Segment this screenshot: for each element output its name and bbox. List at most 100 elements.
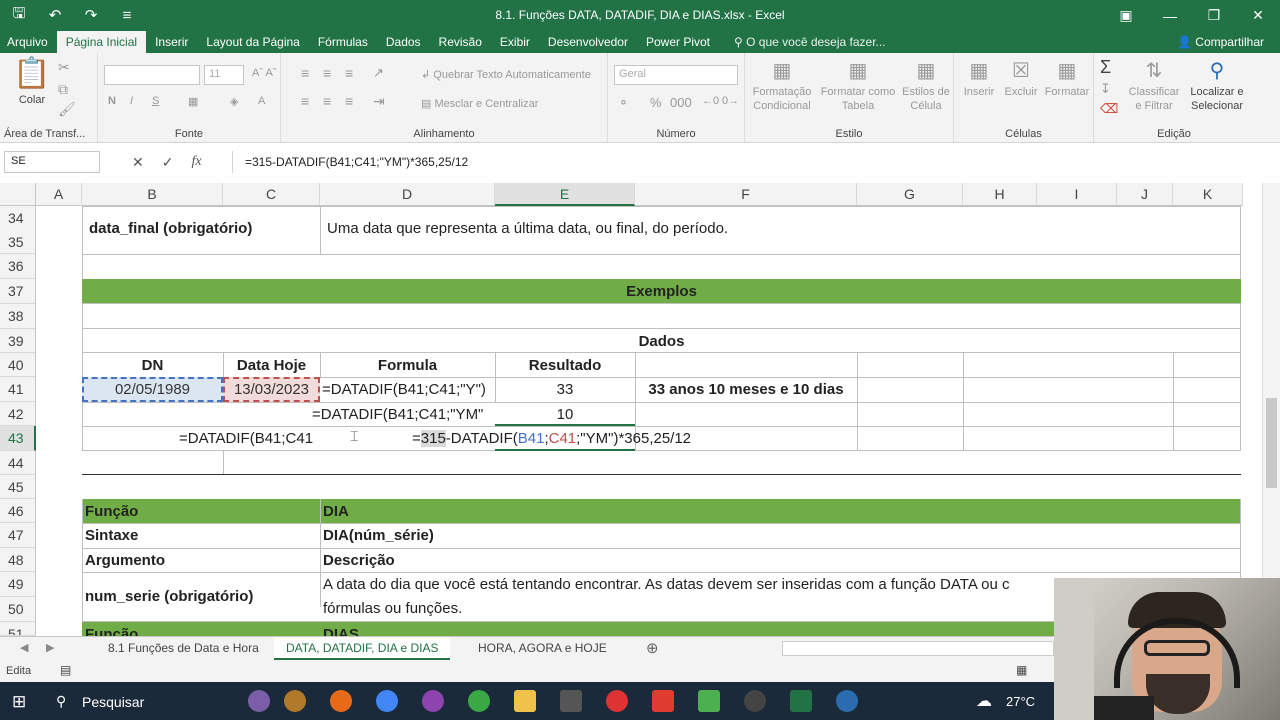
formula-input[interactable]: =315-DATADIF(B41;C41;"YM")*365,25/12 xyxy=(232,151,1272,173)
copy-icon[interactable]: ⧉ xyxy=(58,81,68,98)
horizontal-scrollbar[interactable] xyxy=(782,641,1054,656)
select-all-corner[interactable] xyxy=(0,183,36,206)
vertical-scrollbar[interactable] xyxy=(1262,183,1280,636)
add-sheet-icon[interactable]: ⊕ xyxy=(646,639,659,657)
prev-sheet-icon[interactable]: ◀ xyxy=(20,641,28,654)
cell-d48[interactable]: Descrição xyxy=(320,552,401,569)
autosum-icon[interactable]: Σ xyxy=(1100,57,1111,78)
fill-color-icon[interactable]: ◈ xyxy=(230,95,238,108)
excel-taskbar-icon[interactable] xyxy=(790,690,812,712)
torrent-icon[interactable] xyxy=(468,690,490,712)
cell-b43[interactable]: =DATADIF(B41;C41 xyxy=(173,430,319,447)
minimize-button[interactable]: — xyxy=(1148,0,1192,31)
cell-e42[interactable]: 10 xyxy=(495,406,635,423)
cell-d51[interactable]: DIAS xyxy=(320,626,365,636)
header-resultado[interactable]: Resultado xyxy=(495,357,635,374)
share-button[interactable]: 👤 Compartilhar xyxy=(1177,31,1264,53)
ribbon-display-icon[interactable]: ▣ xyxy=(1104,0,1148,31)
row-header-44[interactable]: 44 xyxy=(0,451,36,475)
tab-pagina-inicial[interactable]: Página Inicial xyxy=(56,31,147,53)
cell-dados[interactable]: Dados xyxy=(82,333,1241,350)
align-bottom-icon[interactable]: ≡ xyxy=(345,65,353,81)
normal-view-icon[interactable]: ▦ xyxy=(1016,663,1027,677)
row-header-39[interactable]: 39 xyxy=(0,329,36,353)
paste-button[interactable]: 📋 Colar xyxy=(10,57,54,107)
row-header-48[interactable]: 48 xyxy=(0,548,36,572)
comma-style-icon[interactable]: 000 xyxy=(670,95,692,110)
record-app-icon[interactable] xyxy=(606,690,628,712)
font-color-icon[interactable]: A xyxy=(258,95,265,107)
cell-d49-line2[interactable]: fórmulas ou funções. xyxy=(320,600,468,617)
clear-icon[interactable]: ⌫ xyxy=(1100,101,1118,117)
next-sheet-icon[interactable]: ▶ xyxy=(46,641,54,654)
find-select-button[interactable]: ⚲ Localizar e Selecionar xyxy=(1184,59,1250,113)
tab-arquivo[interactable]: Arquivo xyxy=(0,31,57,53)
tab-exibir[interactable]: Exibir xyxy=(491,31,539,53)
format-cells-button[interactable]: ▦ Formatar xyxy=(1042,59,1092,99)
align-center-icon[interactable]: ≡ xyxy=(323,93,331,109)
wrap-text-button[interactable]: ↲ Quebrar Texto Automaticamente xyxy=(421,68,591,81)
delete-cells-button[interactable]: ☒ Excluir xyxy=(1000,59,1042,99)
column-header-a[interactable]: A xyxy=(36,183,82,206)
row-header-40[interactable]: 40 xyxy=(0,353,36,377)
enter-icon[interactable]: ✓ xyxy=(162,154,174,171)
tab-dados[interactable]: Dados xyxy=(377,31,430,53)
column-header-h[interactable]: H xyxy=(963,183,1037,206)
bold-icon[interactable]: N xyxy=(108,95,116,107)
column-header-d[interactable]: D xyxy=(320,183,495,206)
row-header-36[interactable]: 36 xyxy=(0,254,36,279)
row-header-37[interactable]: 37 xyxy=(0,279,36,304)
tab-formulas[interactable]: Fórmulas xyxy=(309,31,377,53)
cell-d42[interactable]: =DATADIF(B41;C41;"YM" xyxy=(308,406,495,423)
row-header-45[interactable]: 45 xyxy=(0,475,36,499)
worksheet-grid[interactable]: data_final (obrigatório) Uma data que re… xyxy=(36,206,1261,636)
cell-b34[interactable]: data_final (obrigatório) xyxy=(83,220,258,237)
tab-desenvolvedor[interactable]: Desenvolvedor xyxy=(539,31,637,53)
windows-start-icon[interactable]: ⊞ xyxy=(12,692,26,712)
cell-d46[interactable]: DIA xyxy=(320,503,355,520)
tell-me-box[interactable]: ⚲ O que você deseja fazer... xyxy=(725,31,895,53)
row-header-41[interactable]: 41 xyxy=(0,377,36,402)
row-header-42[interactable]: 42 xyxy=(0,402,36,426)
column-header-b[interactable]: B xyxy=(82,183,223,206)
row-header-51[interactable]: 51 xyxy=(0,622,36,636)
row-header-34-35[interactable]: 34 35 xyxy=(0,206,36,254)
cell-b47[interactable]: Sintaxe xyxy=(82,527,144,544)
underline-icon[interactable]: S xyxy=(152,95,159,107)
currency-icon[interactable]: ⚬ xyxy=(618,95,629,111)
cell-d34[interactable]: Uma data que representa a última data, o… xyxy=(321,220,734,237)
cell-b49[interactable]: num_serie (obrigatório) xyxy=(82,588,259,605)
indent-icon[interactable]: ⇥ xyxy=(373,93,385,110)
row-header-43[interactable]: 43 xyxy=(0,426,36,451)
orientation-icon[interactable]: ↗ xyxy=(373,65,384,81)
cancel-icon[interactable]: ✕ xyxy=(132,154,144,171)
align-right-icon[interactable]: ≡ xyxy=(345,93,353,109)
column-header-k[interactable]: K xyxy=(1173,183,1243,206)
font-name-box[interactable] xyxy=(104,65,200,85)
cell-c41[interactable]: 13/03/2023 xyxy=(223,381,320,398)
widget-icon[interactable] xyxy=(248,690,270,712)
header-formula[interactable]: Formula xyxy=(320,357,495,374)
column-header-f[interactable]: F xyxy=(635,183,857,206)
italic-icon[interactable]: I xyxy=(130,95,133,107)
widget-icon-2[interactable] xyxy=(284,690,306,712)
cond-format-button[interactable]: ▦ Formatação Condicional xyxy=(749,59,815,113)
grow-font-icon[interactable]: Aˆ Aˇ xyxy=(252,67,276,79)
insert-function-icon[interactable]: fx xyxy=(191,154,201,171)
obs-icon[interactable] xyxy=(744,690,766,712)
firefox-icon[interactable] xyxy=(330,690,352,712)
sheet-tab-hora-agora-hoje[interactable]: HORA, AGORA e HOJE xyxy=(466,637,619,660)
row-header-38[interactable]: 38 xyxy=(0,304,36,329)
cell-exemplos[interactable]: Exemplos xyxy=(82,283,1241,300)
row-header-46[interactable]: 46 xyxy=(0,499,36,523)
format-table-button[interactable]: ▦ Formatar como Tabela xyxy=(817,59,899,113)
number-format-box[interactable]: Geral xyxy=(614,65,738,85)
search-icon[interactable]: ⚲ xyxy=(56,693,66,710)
percent-icon[interactable]: % xyxy=(650,95,662,110)
chrome-icon[interactable] xyxy=(376,690,398,712)
column-header-j[interactable]: J xyxy=(1117,183,1173,206)
cell-d41[interactable]: =DATADIF(B41;C41;"Y") xyxy=(320,381,495,398)
tab-revisao[interactable]: Revisão xyxy=(430,31,491,53)
vertical-scroll-thumb[interactable] xyxy=(1266,398,1277,488)
tab-power-pivot[interactable]: Power Pivot xyxy=(637,31,719,53)
